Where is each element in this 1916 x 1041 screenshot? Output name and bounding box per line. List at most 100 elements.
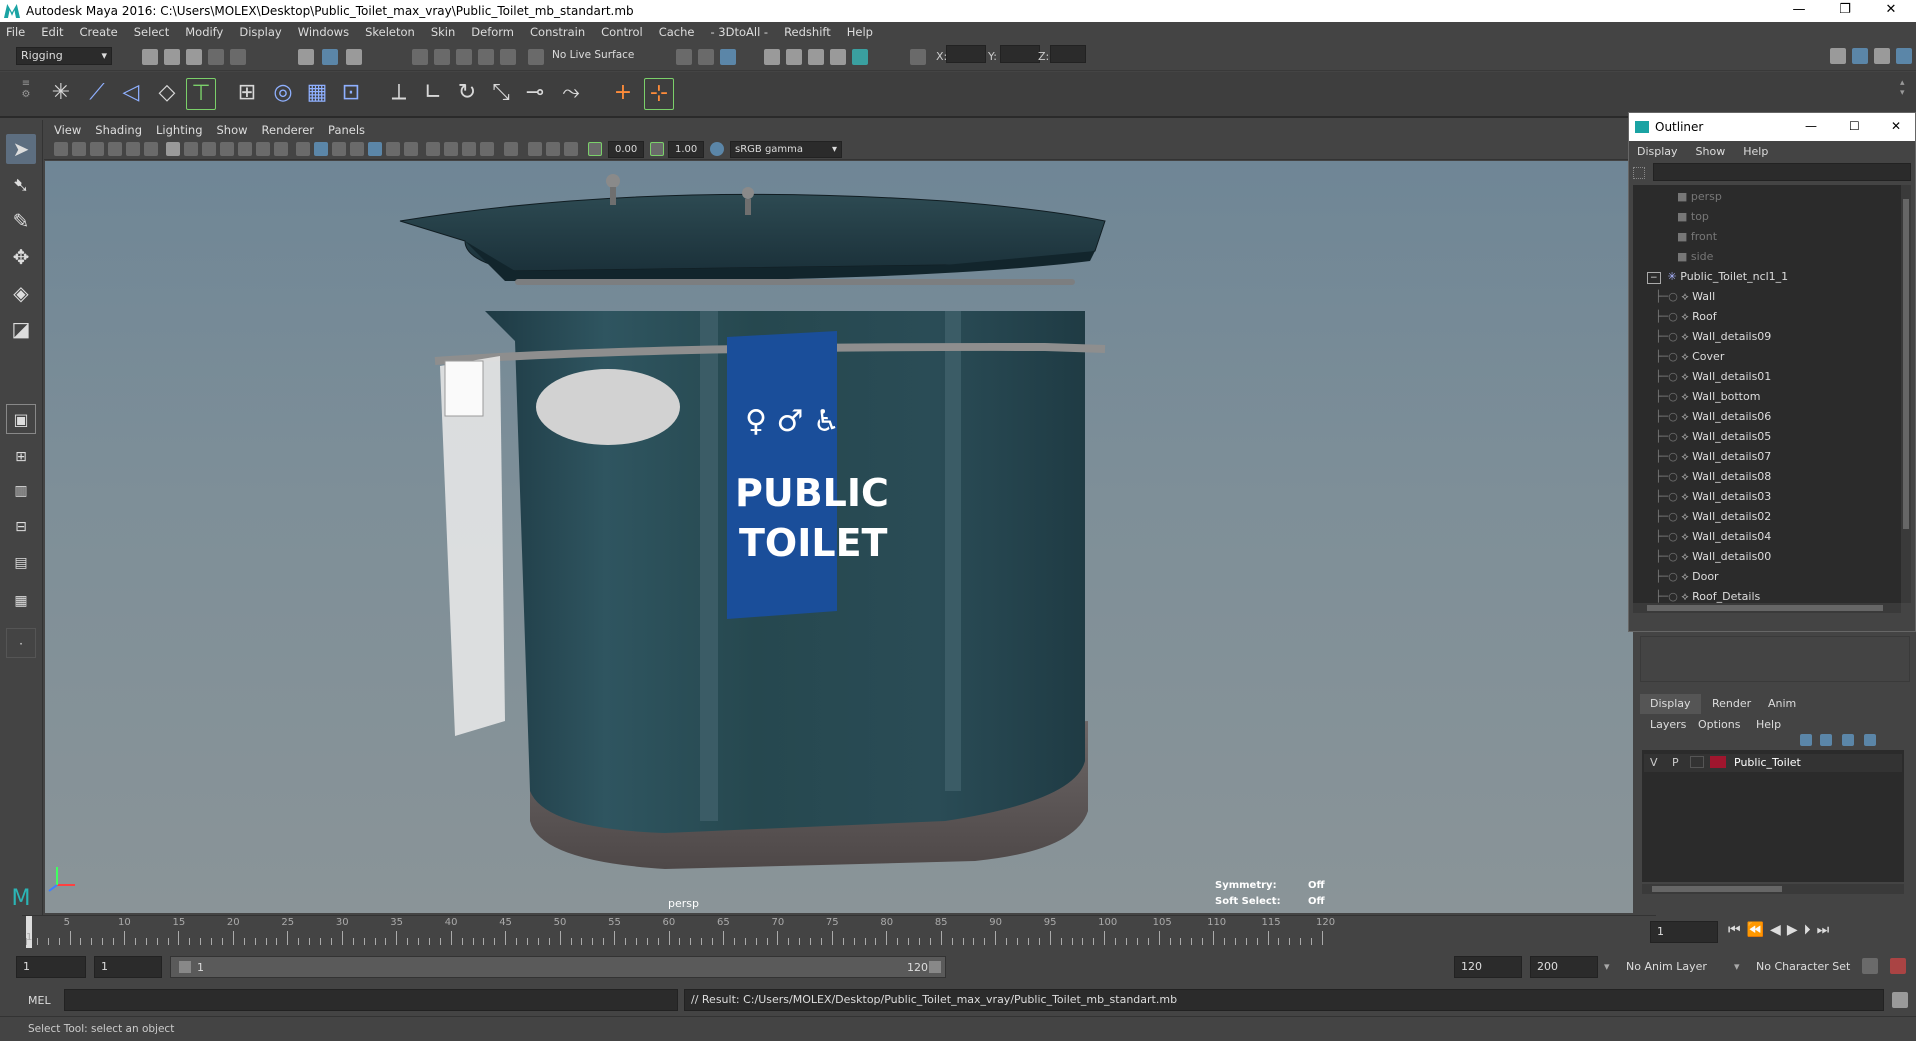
collapse-icon[interactable]: − — [1647, 272, 1661, 284]
camera-select-icon[interactable] — [54, 142, 68, 156]
menu-set-dropdown[interactable]: Rigging ▾ — [16, 47, 112, 65]
ipr-render-icon[interactable] — [786, 49, 802, 65]
toolbox-more-icon[interactable]: · — [6, 628, 36, 658]
hypershade-icon[interactable] — [830, 49, 846, 65]
snap-curve-icon[interactable] — [434, 49, 450, 65]
outliner-item-mesh[interactable]: ├─○ ⟡ Wall_details03 — [1655, 487, 1901, 507]
outliner-item-persp[interactable]: ■ persp — [1677, 187, 1901, 207]
step-forward-icon[interactable]: ⏵ — [1804, 922, 1817, 938]
color-space-dropdown[interactable]: sRGB gamma ▾ — [730, 141, 842, 158]
outliner-item-mesh[interactable]: ├─○ ⟡ Wall_bottom — [1655, 387, 1901, 407]
move-tool-icon[interactable]: ✥ — [6, 242, 36, 272]
outliner-scroll-thumb[interactable] — [1903, 199, 1909, 529]
tab-display[interactable]: Display — [1640, 694, 1701, 714]
backface-culling-icon[interactable] — [564, 142, 578, 156]
textured-icon[interactable] — [368, 142, 382, 156]
vp-menu-lighting[interactable]: Lighting — [156, 123, 202, 137]
outliner-close-button[interactable]: ✕ — [1891, 119, 1901, 133]
attribute-editor-icon[interactable] — [1852, 48, 1868, 64]
auto-key-icon[interactable] — [1862, 958, 1878, 974]
hypershade-layout-icon[interactable]: ▤ — [6, 548, 36, 578]
vp-menu-panels[interactable]: Panels — [328, 123, 365, 137]
orient-constraint-icon[interactable]: ↻ — [452, 78, 482, 110]
move-layer-up-icon[interactable] — [1800, 734, 1812, 746]
outliner-hscroll-thumb[interactable] — [1647, 605, 1883, 611]
wireframe-on-shaded-icon[interactable] — [332, 142, 346, 156]
outliner-item-top[interactable]: ■ top — [1677, 207, 1901, 227]
menu-deform[interactable]: Deform — [471, 25, 514, 39]
shelf-scroll-icon[interactable]: ▴ ▾ — [1900, 78, 1905, 98]
lights-icon[interactable] — [386, 142, 400, 156]
gamma-field[interactable]: 1.00 — [668, 141, 704, 158]
menu-skeleton[interactable]: Skeleton — [365, 25, 415, 39]
layer-row[interactable]: V P Public_Toilet — [1644, 754, 1902, 772]
range-bar[interactable]: 1 120 — [170, 956, 946, 978]
menu-file[interactable]: File — [6, 25, 25, 39]
lasso-tool-icon[interactable]: ➷ — [6, 170, 36, 200]
menu-help[interactable]: Help — [847, 25, 873, 39]
vp-menu-view[interactable]: View — [54, 123, 81, 137]
modeling-toolkit-icon[interactable] — [1830, 48, 1846, 64]
paint-select-icon[interactable]: ✎ — [6, 206, 36, 236]
outliner-item-root[interactable]: − ✳ Public_Toilet_ncl1_1 — [1647, 267, 1901, 287]
2d-pan-zoom-icon[interactable] — [126, 142, 140, 156]
outliner-item-mesh[interactable]: ├─○ ⟡ Wall_details07 — [1655, 447, 1901, 467]
outliner-item-mesh[interactable]: ├─○ ⟡ Door — [1655, 567, 1901, 587]
constraint-locator-icon[interactable]: ⊹ — [644, 78, 674, 110]
input-output-icon[interactable] — [698, 49, 714, 65]
select-by-component-icon[interactable] — [346, 49, 362, 65]
field-chart-icon[interactable] — [238, 142, 252, 156]
tool-settings-icon[interactable] — [1874, 48, 1890, 64]
resolution-gate-icon[interactable] — [202, 142, 216, 156]
outliner-maximize-button[interactable]: ☐ — [1849, 119, 1860, 133]
x-field[interactable] — [946, 45, 986, 63]
vp-menu-renderer[interactable]: Renderer — [262, 123, 315, 137]
new-layer-icon[interactable] — [1842, 734, 1854, 746]
layer-color-swatch[interactable] — [1710, 756, 1726, 768]
outliner-minimize-button[interactable]: — — [1805, 119, 1817, 133]
scale-constraint-icon[interactable]: ⤡ — [486, 78, 516, 110]
chevron-down-icon[interactable]: ▾ — [1734, 960, 1740, 973]
menu-windows[interactable]: Windows — [298, 25, 349, 39]
isolate-select-icon[interactable] — [504, 142, 518, 156]
pole-vector-icon[interactable]: ⤳ — [556, 78, 586, 110]
playback-end-field[interactable]: 120 — [1454, 956, 1522, 978]
channel-box-icon[interactable] — [1896, 48, 1912, 64]
outliner-menu-show[interactable]: Show — [1696, 145, 1726, 158]
menu-select[interactable]: Select — [134, 25, 169, 39]
bind-skin-icon[interactable]: ⊤ — [186, 78, 216, 110]
layers-menu-help[interactable]: Help — [1756, 718, 1781, 731]
snap-grid-icon[interactable] — [412, 49, 428, 65]
snap-view-plane-icon[interactable] — [478, 49, 494, 65]
open-scene-icon[interactable] — [164, 49, 180, 65]
restore-button[interactable]: ❐ — [1822, 0, 1868, 22]
range-end-handle[interactable] — [929, 961, 941, 973]
gate-mask-icon[interactable] — [220, 142, 234, 156]
current-frame-field[interactable]: 1 — [1650, 921, 1718, 943]
grease-pencil-icon[interactable] — [144, 142, 158, 156]
outliner-item-mesh[interactable]: ├─○ ⟡ Wall_details04 — [1655, 527, 1901, 547]
go-to-start-icon[interactable]: ⏮ — [1728, 922, 1747, 938]
vp-menu-shading[interactable]: Shading — [95, 123, 142, 137]
safe-title-icon[interactable] — [274, 142, 288, 156]
z-field[interactable] — [1050, 45, 1086, 63]
layer-hscrollbar[interactable] — [1642, 884, 1904, 894]
outliner-item-mesh[interactable]: ├─○ ⟡ Wall_details01 — [1655, 367, 1901, 387]
live-surface-label[interactable]: No Live Surface — [552, 49, 634, 61]
exposure-icon[interactable] — [588, 142, 602, 156]
redo-icon[interactable] — [230, 49, 246, 65]
exposure-field[interactable]: 0.00 — [608, 141, 644, 158]
construction-history-icon[interactable] — [676, 49, 692, 65]
select-by-object-icon[interactable] — [322, 49, 338, 65]
film-gate-icon[interactable] — [184, 142, 198, 156]
locator-icon[interactable]: + — [608, 78, 638, 110]
shadows-icon[interactable] — [404, 142, 418, 156]
point-constraint-icon[interactable]: ∟ — [418, 78, 448, 110]
layers-menu-options[interactable]: Options — [1698, 718, 1740, 731]
step-back-icon[interactable]: ◀ — [1770, 922, 1787, 938]
transform-constraint-icon[interactable] — [910, 49, 926, 65]
save-scene-icon[interactable] — [186, 49, 202, 65]
joint-tool-icon[interactable]: ✳ — [46, 78, 76, 110]
safe-action-icon[interactable] — [256, 142, 270, 156]
snap-point-icon[interactable] — [456, 49, 472, 65]
